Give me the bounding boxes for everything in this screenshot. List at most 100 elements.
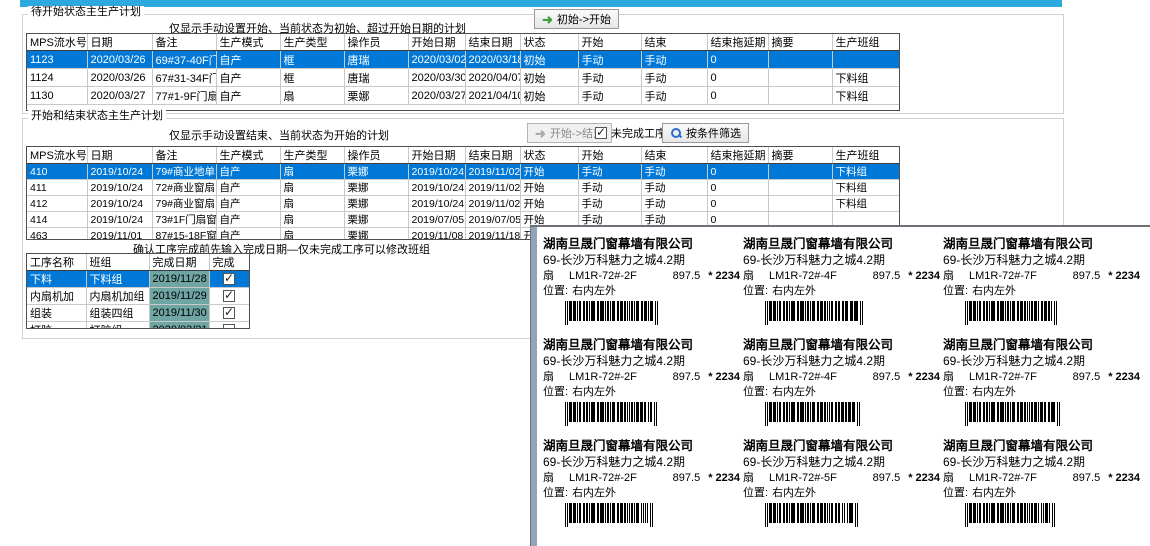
cell-mps-id: 463 <box>27 228 87 241</box>
cell-end: 手动 <box>641 164 707 180</box>
label-grid: 湖南旦晟门窗幕墙有限公司 69-长沙万科魅力之城4.2期 扇 LM1R-72#-… <box>543 237 1140 527</box>
column-header: 生产类型 <box>280 147 344 164</box>
label-item-line: 扇 LM1R-72#-7F 897.5 * 2234 <box>943 369 1140 385</box>
cell-start-date: 2019/10/24 <box>408 164 465 180</box>
label-project: 69-长沙万科魅力之城4.2期 <box>743 353 940 369</box>
column-header: MPS流水号 <box>27 147 87 164</box>
cell-team: 下料组 <box>832 180 899 196</box>
cell-team <box>832 51 899 69</box>
cell-status: 开始 <box>520 164 578 180</box>
label-size: 897.5 <box>873 470 901 486</box>
done-checkbox[interactable] <box>223 290 235 302</box>
label-location-caption: 位置: <box>743 284 768 299</box>
cell-mps-id: 411 <box>27 180 87 196</box>
label-project: 69-长沙万科魅力之城4.2期 <box>543 252 740 268</box>
barcode-bars <box>765 402 895 426</box>
cell-mps-id: 412 <box>27 196 87 212</box>
column-header: MPS流水号 <box>27 34 87 51</box>
cell-mps-id: 1130 <box>27 87 87 105</box>
unfinished-checkbox[interactable] <box>595 127 607 139</box>
label-quantity: * 2234 <box>908 268 940 284</box>
done-checkbox[interactable] <box>223 307 235 319</box>
table-row[interactable]: 下料 下料组 2019/11/28 <box>27 271 249 288</box>
cell-note: 77#1-9F门扇 <box>152 87 216 105</box>
barcode: 2010100140122 <box>765 402 895 426</box>
column-header: 备注 <box>152 147 216 164</box>
column-header: 生产班组 <box>832 147 899 164</box>
cell-mps-id: 410 <box>27 164 87 180</box>
label-item-type: 扇 <box>943 369 969 385</box>
label-company: 湖南旦晟门窗幕墙有限公司 <box>743 338 940 353</box>
barcode-bars <box>565 301 695 325</box>
cell-mode: 自产 <box>216 69 280 87</box>
cell-operator: 唐瑞 <box>344 69 408 87</box>
cell-process-name: 打胶 <box>27 322 86 330</box>
label-location-caption: 位置: <box>943 486 968 501</box>
cell-end: 手动 <box>641 196 707 212</box>
barcode-label: 湖南旦晟门窗幕墙有限公司 69-长沙万科魅力之城4.2期 扇 LM1R-72#-… <box>743 338 940 426</box>
table-row[interactable]: 打胶 打胶组 2020/03/31 <box>27 322 249 330</box>
label-location-value: 右内左外 <box>772 486 816 501</box>
column-header: 工序名称 <box>27 254 86 271</box>
column-header: 结束 <box>641 34 707 51</box>
cell-date: 2019/10/24 <box>87 212 152 228</box>
label-item-line: 扇 LM1R-72#-4F 897.5 * 2234 <box>743 369 940 385</box>
cell-mps-id: 1124 <box>27 69 87 87</box>
table-row[interactable]: 组装 组装四组 2019/11/30 <box>27 305 249 322</box>
done-checkbox[interactable] <box>223 273 235 285</box>
label-location-value: 右内左外 <box>972 486 1016 501</box>
cell-mode: 自产 <box>216 180 280 196</box>
filter-button[interactable]: 按条件筛选 <box>662 123 749 143</box>
cell-status: 开始 <box>520 196 578 212</box>
table-row[interactable]: 1123 2020/03/26 69#37-40F门框 自产 框 唐瑞 2020… <box>27 51 899 69</box>
cell-team: 下料组 <box>832 87 899 105</box>
table-row[interactable]: 411 2019/10/24 72#商业窗扇 自产 扇 栗娜 2019/10/2… <box>27 180 899 196</box>
table-row[interactable]: 412 2019/10/24 79#商业窗扇 自产 扇 栗娜 2019/10/2… <box>27 196 899 212</box>
table-row[interactable]: 410 2019/10/24 79#商业地单… 自产 扇 栗娜 2019/10/… <box>27 164 899 180</box>
cell-summary <box>768 51 832 69</box>
column-header: 日期 <box>87 147 152 164</box>
pending-table-box: MPS流水号日期备注生产模式生产类型操作员开始日期结束日期状态开始结束结束拖延期… <box>26 33 900 111</box>
label-size: 897.5 <box>673 369 701 385</box>
column-header: 状态 <box>520 34 578 51</box>
cell-mode: 自产 <box>216 87 280 105</box>
done-checkbox[interactable] <box>223 324 235 329</box>
cell-type: 扇 <box>280 228 344 241</box>
column-header: 生产模式 <box>216 34 280 51</box>
barcode: 2010100140115 <box>765 301 895 325</box>
column-header: 生产班组 <box>832 34 899 51</box>
table-row[interactable]: 1130 2020/03/27 77#1-9F门扇 自产 扇 栗娜 2020/0… <box>27 87 899 105</box>
cell-summary <box>768 180 832 196</box>
table-row[interactable]: 1124 2020/03/26 67#31-34F门框 自产 框 唐瑞 2020… <box>27 69 899 87</box>
column-header: 摘要 <box>768 147 832 164</box>
label-size: 897.5 <box>1073 268 1101 284</box>
barcode: 2010100140238 <box>965 503 1095 527</box>
barcode-bars <box>965 402 1095 426</box>
label-window-left-strip <box>531 227 537 546</box>
label-location-value: 右内左外 <box>572 486 616 501</box>
init-to-start-button[interactable]: ➜ 初始->开始 <box>534 9 619 29</box>
label-model: LM1R-72#-2F <box>569 268 669 284</box>
process-header-row: 工序名称班组完成日期完成 <box>27 254 249 271</box>
table-row[interactable]: 内扇机加 内扇机加组 2019/11/29 <box>27 288 249 305</box>
gray-arrow-icon: ➜ <box>535 127 546 140</box>
cell-note: 79#商业窗扇 <box>152 196 216 212</box>
label-location-caption: 位置: <box>943 284 968 299</box>
label-size: 897.5 <box>873 268 901 284</box>
label-location-line: 位置: 右内左外 <box>743 284 940 299</box>
barcode-label: 湖南旦晟门窗幕墙有限公司 69-长沙万科魅力之城4.2期 扇 LM1R-72#-… <box>743 237 940 325</box>
barcode-bars <box>565 402 695 426</box>
barcode: 2010100140030 <box>565 503 695 527</box>
label-company: 湖南旦晟门窗幕墙有限公司 <box>943 439 1140 454</box>
column-header: 开始 <box>578 147 641 164</box>
label-item-type: 扇 <box>543 369 569 385</box>
cell-start-date: 2020/03/30 <box>408 69 465 87</box>
label-project: 69-长沙万科魅力之城4.2期 <box>543 353 740 369</box>
label-model: LM1R-72#-5F <box>769 470 869 486</box>
column-header: 开始 <box>578 34 641 51</box>
label-location-caption: 位置: <box>943 385 968 400</box>
cell-date: 2019/10/24 <box>87 180 152 196</box>
cell-process-name: 下料 <box>27 271 86 288</box>
cell-done <box>209 288 249 305</box>
label-item-type: 扇 <box>743 470 769 486</box>
